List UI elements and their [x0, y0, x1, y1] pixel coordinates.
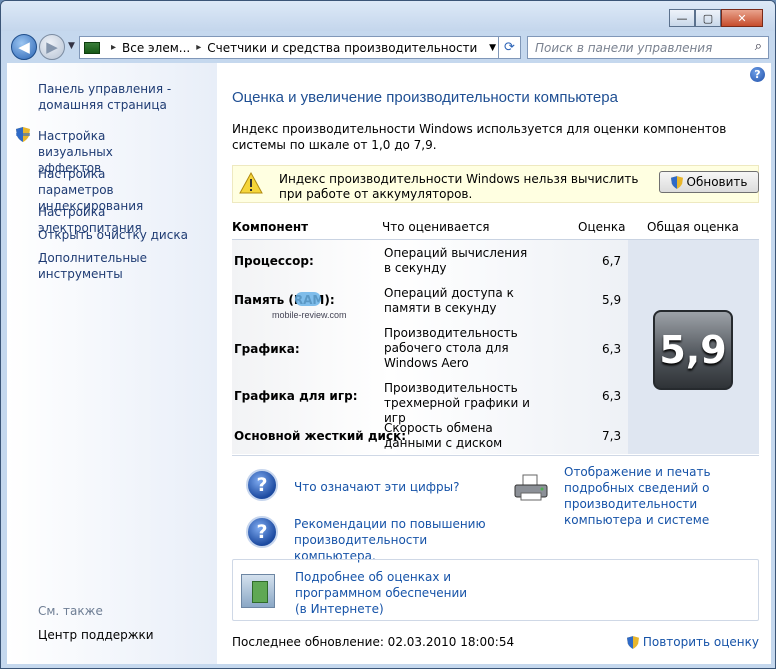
- breadcrumb-performance[interactable]: Счетчики и средства производительности: [207, 41, 477, 55]
- header-component: Компонент: [232, 220, 309, 234]
- back-button[interactable]: ◀: [11, 34, 37, 60]
- row-score: 7,3: [602, 429, 622, 443]
- print-details-link[interactable]: Отображение и печать подробных сведений …: [564, 464, 759, 528]
- warning-icon: [239, 172, 263, 194]
- recommendations-link[interactable]: Рекомендации по повышению производительн…: [294, 516, 504, 564]
- search-icon[interactable]: ⌕: [755, 39, 762, 54]
- row-description: Скорость обмена данными с диском: [384, 421, 503, 450]
- update-button[interactable]: Обновить: [659, 171, 759, 193]
- row-description: Производительность трехмерной графики и …: [384, 381, 530, 425]
- row-description: Операций доступа к памяти в секунду: [384, 286, 514, 315]
- last-update-status: Последнее обновление: 02.03.2010 18:00:5…: [232, 635, 515, 649]
- row-component: Основной жесткий диск:: [234, 429, 407, 443]
- search-placeholder: Поиск в панели управления: [535, 40, 713, 55]
- rerun-label: Повторить оценку: [642, 635, 759, 649]
- warning-text: Индекс производительности Windows нельзя…: [279, 172, 639, 201]
- control-panel-icon: [84, 41, 100, 54]
- address-bar[interactable]: ▸ Все элем... ▸ Счетчики и средства прои…: [79, 36, 521, 59]
- close-icon[interactable]: ✕: [721, 9, 763, 27]
- row-component: Графика для игр:: [234, 389, 358, 403]
- maximize-icon[interactable]: ▢: [695, 9, 721, 27]
- uac-shield-icon: [670, 175, 683, 189]
- title-bar: — ▢ ✕: [1, 1, 775, 31]
- sidebar-home-link[interactable]: Панель управления - домашняя страница: [38, 81, 198, 113]
- header-overall: Общая оценка: [647, 220, 739, 234]
- row-score: 6,7: [602, 254, 622, 268]
- update-button-label: Обновить: [686, 175, 748, 189]
- search-input[interactable]: Поиск в панели управления ⌕: [527, 36, 769, 59]
- more-info-link[interactable]: Подробнее об оценках и программном обесп…: [295, 569, 475, 617]
- row-description: Операций вычисления в секунду: [384, 246, 528, 275]
- section-divider: [232, 455, 759, 456]
- minimize-icon[interactable]: —: [669, 9, 695, 27]
- question-icon[interactable]: ?: [246, 469, 278, 501]
- header-what: Что оценивается: [382, 220, 490, 234]
- page-title: Оценка и увеличение производительности к…: [232, 89, 618, 106]
- printer-icon[interactable]: [513, 473, 549, 503]
- sidebar: Панель управления - домашняя страница На…: [7, 63, 217, 664]
- recent-pages-dropdown-icon[interactable]: ▼: [68, 41, 75, 51]
- online-info-box: Подробнее об оценках и программном обесп…: [232, 559, 759, 621]
- software-box-icon: [241, 574, 275, 608]
- overall-score-badge: 5,9: [653, 310, 733, 390]
- forward-button[interactable]: ▶: [39, 34, 65, 60]
- row-component: Процессор:: [234, 254, 314, 268]
- see-also-label: См. также: [38, 604, 103, 618]
- uac-shield-icon: [626, 635, 639, 649]
- row-component: Графика:: [234, 342, 300, 356]
- navigation-bar: ◀ ▶ ▼ ▸ Все элем... ▸ Счетчики и средств…: [1, 31, 775, 63]
- row-score: 6,3: [602, 389, 622, 403]
- help-icon[interactable]: ?: [750, 67, 765, 82]
- main-content: ? Оценка и увеличение производительности…: [217, 63, 771, 664]
- sidebar-item-advanced-tools[interactable]: Дополнительные инструменты: [38, 250, 158, 282]
- header-score: Оценка: [578, 220, 626, 234]
- breadcrumb-separator-icon[interactable]: ▸: [111, 42, 116, 53]
- refresh-icon[interactable]: ⟳: [498, 36, 520, 59]
- row-score: 6,3: [602, 342, 622, 356]
- warning-bar: Индекс производительности Windows нельзя…: [232, 165, 759, 203]
- page-description: Индекс производительности Windows исполь…: [232, 122, 727, 152]
- sidebar-item-action-center[interactable]: Центр поддержки: [38, 627, 154, 643]
- rerun-assessment-link[interactable]: Повторить оценку: [626, 635, 759, 649]
- breadcrumb-all-items[interactable]: Все элем...: [122, 41, 190, 55]
- what-numbers-link[interactable]: Что означают эти цифры?: [294, 479, 460, 495]
- watermark-logo: [295, 292, 321, 306]
- control-panel-window: — ▢ ✕ ◀ ▶ ▼ ▸ Все элем... ▸ Счетчики и с…: [0, 0, 776, 669]
- row-score: 5,9: [602, 293, 622, 307]
- breadcrumb-separator-icon[interactable]: ▸: [196, 42, 201, 53]
- address-dropdown-icon[interactable]: ▼: [489, 43, 496, 53]
- sidebar-item-disk-cleanup[interactable]: Открыть очистку диска: [38, 227, 208, 243]
- uac-shield-icon: [16, 127, 30, 142]
- window-controls: — ▢ ✕: [669, 9, 763, 27]
- watermark: mobile-review.com: [272, 310, 347, 320]
- row-description: Производительность рабочего стола для Wi…: [384, 326, 518, 370]
- question-icon[interactable]: ?: [246, 516, 278, 548]
